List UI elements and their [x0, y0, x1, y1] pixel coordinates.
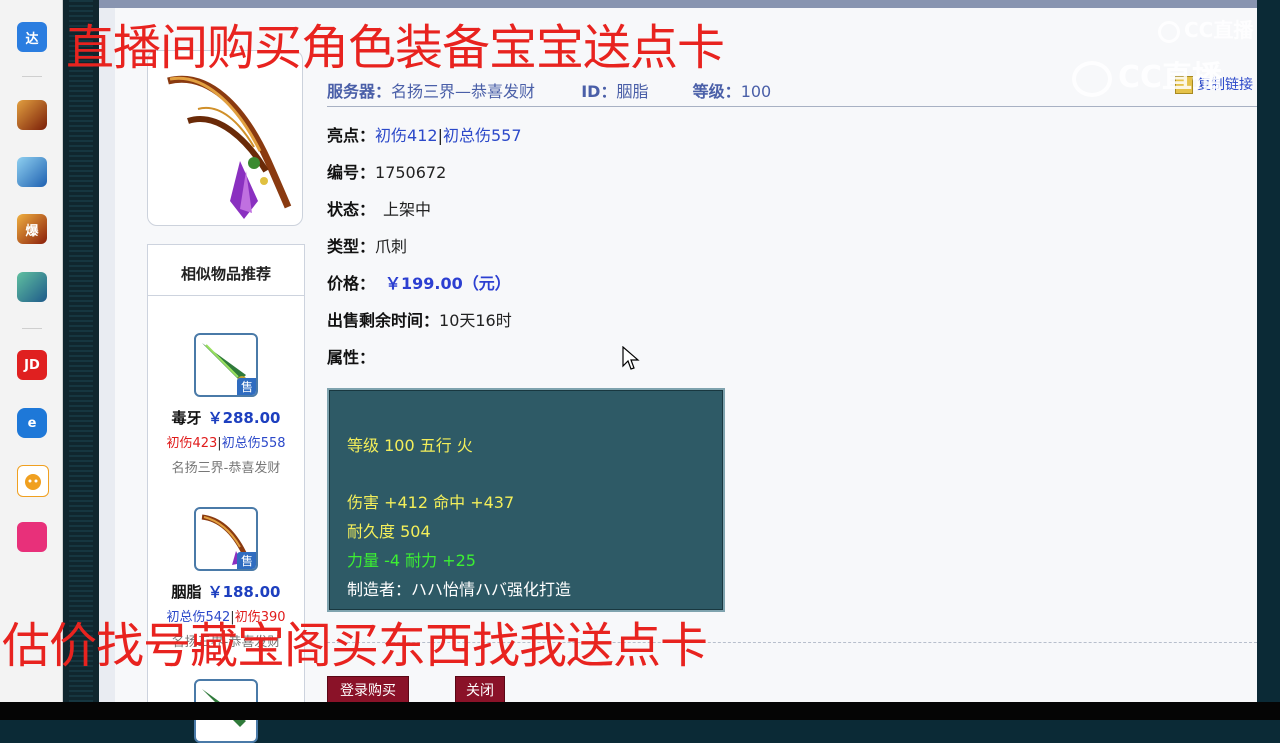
item-name[interactable]: 胭脂	[172, 583, 202, 601]
shop-icon[interactable]	[17, 522, 47, 552]
attr-bonus: 力量 -4 耐力 +25	[347, 551, 476, 570]
taskbar-divider	[22, 328, 42, 329]
price-value: ￥199.00（元）	[385, 274, 511, 293]
remaining-value: 10天16时	[439, 311, 512, 330]
attribute-row: 属性：	[327, 344, 375, 368]
status-row: 状态： 上架中	[327, 196, 431, 220]
watermark-large: CC直播	[1072, 52, 1222, 97]
taskbar-divider	[22, 76, 42, 77]
type-row: 类型：爪刺	[327, 233, 407, 257]
watermark-text: CC直播	[1118, 60, 1223, 95]
game-icon-4[interactable]	[17, 272, 47, 302]
cc-logo-icon	[1072, 60, 1112, 97]
sale-badge: 售	[237, 552, 256, 569]
browser-icon[interactable]: e	[17, 408, 47, 438]
item-header: 服务器：名扬三界—恭喜发财 ID：胭脂 等级：100	[327, 78, 771, 102]
similar-items-title: 相似物品推荐	[148, 245, 304, 296]
item-server: 名扬三界-恭喜发财	[171, 461, 281, 476]
level-value: 100	[740, 82, 772, 101]
item-thumbnail[interactable]: 售	[194, 507, 258, 571]
cc-logo-icon	[1158, 20, 1180, 43]
browser-window: 相似物品推荐 售 毒牙 ￥288.00 初伤423|初总伤558 名扬三界-恭喜发…	[99, 0, 1257, 743]
highlight-row: 亮点：初伤412|初总伤557	[327, 122, 522, 146]
list-item[interactable]: 售 毒牙 ￥288.00 初伤423|初总伤558 名扬三界-恭喜发财	[148, 333, 304, 476]
fox-icon[interactable]	[17, 465, 49, 497]
remaining-time-row: 出售剩余时间：10天16时	[327, 307, 512, 331]
highlight-value: 初总伤557	[442, 126, 522, 145]
price-row: 价格： ￥199.00（元）	[327, 270, 511, 294]
number-value: 1750672	[375, 163, 447, 182]
watermark-text: CC直播	[1184, 18, 1254, 42]
attr-maker: 制造者：ハハ怡情ハバ强化打造	[347, 580, 572, 599]
server-value: 名扬三界—恭喜发财	[391, 82, 536, 101]
item-price: ￥188.00	[207, 583, 281, 601]
type-value: 爪刺	[375, 237, 408, 256]
sale-badge: 售	[237, 378, 256, 395]
type-label: 类型：	[327, 237, 376, 256]
da-app-icon[interactable]: 达	[17, 22, 47, 52]
level-label: 等级：	[692, 82, 741, 101]
browser-topbar	[99, 0, 1257, 8]
status-value: 上架中	[383, 200, 432, 219]
remaining-label: 出售剩余时间：	[327, 311, 440, 330]
divider	[327, 106, 1257, 107]
status-label: 状态：	[327, 200, 376, 219]
number-label: 编号：	[327, 163, 376, 182]
attribute-label: 属性：	[327, 348, 376, 367]
number-row: 编号：1750672	[327, 159, 446, 183]
game-icon-1[interactable]	[17, 100, 47, 130]
stream-overlay-bottom: 估价找号藏宝阁买东西找我送点卡	[2, 618, 708, 674]
mouse-cursor-icon	[622, 346, 640, 370]
item-price: ￥288.00	[207, 409, 281, 427]
item-thumbnail[interactable]: 售	[194, 333, 258, 397]
id-label: ID：	[581, 82, 617, 101]
highlight-value: 初伤412	[375, 126, 438, 145]
item-stat: 初总伤558	[221, 436, 286, 451]
game-icon-3[interactable]: 爆	[17, 214, 47, 244]
attr-damage: 伤害 +412 命中 +437	[347, 493, 515, 512]
attr-durability: 耐久度 504	[347, 522, 431, 541]
item-stat: 初伤423	[166, 436, 218, 451]
attribute-box: 等级 100 五行 火 伤害 +412 命中 +437 耐久度 504 力量 -…	[327, 388, 725, 612]
item-name[interactable]: 毒牙	[172, 409, 202, 427]
attr-level: 等级 100 五行 火	[347, 436, 473, 455]
price-label: 价格：	[327, 274, 376, 293]
watermark-small: CC直播	[1158, 14, 1253, 43]
item-detail-page: 相似物品推荐 售 毒牙 ￥288.00 初伤423|初总伤558 名扬三界-恭喜发…	[115, 8, 1257, 743]
highlight-label: 亮点：	[327, 126, 376, 145]
bottom-bar	[0, 702, 1280, 720]
stream-overlay-top: 直播间购买角色装备宝宝送点卡	[66, 20, 725, 76]
jd-icon[interactable]: JD	[17, 350, 47, 380]
game-icon-2[interactable]	[17, 157, 47, 187]
id-value: 胭脂	[616, 82, 649, 101]
server-label: 服务器：	[327, 82, 392, 101]
